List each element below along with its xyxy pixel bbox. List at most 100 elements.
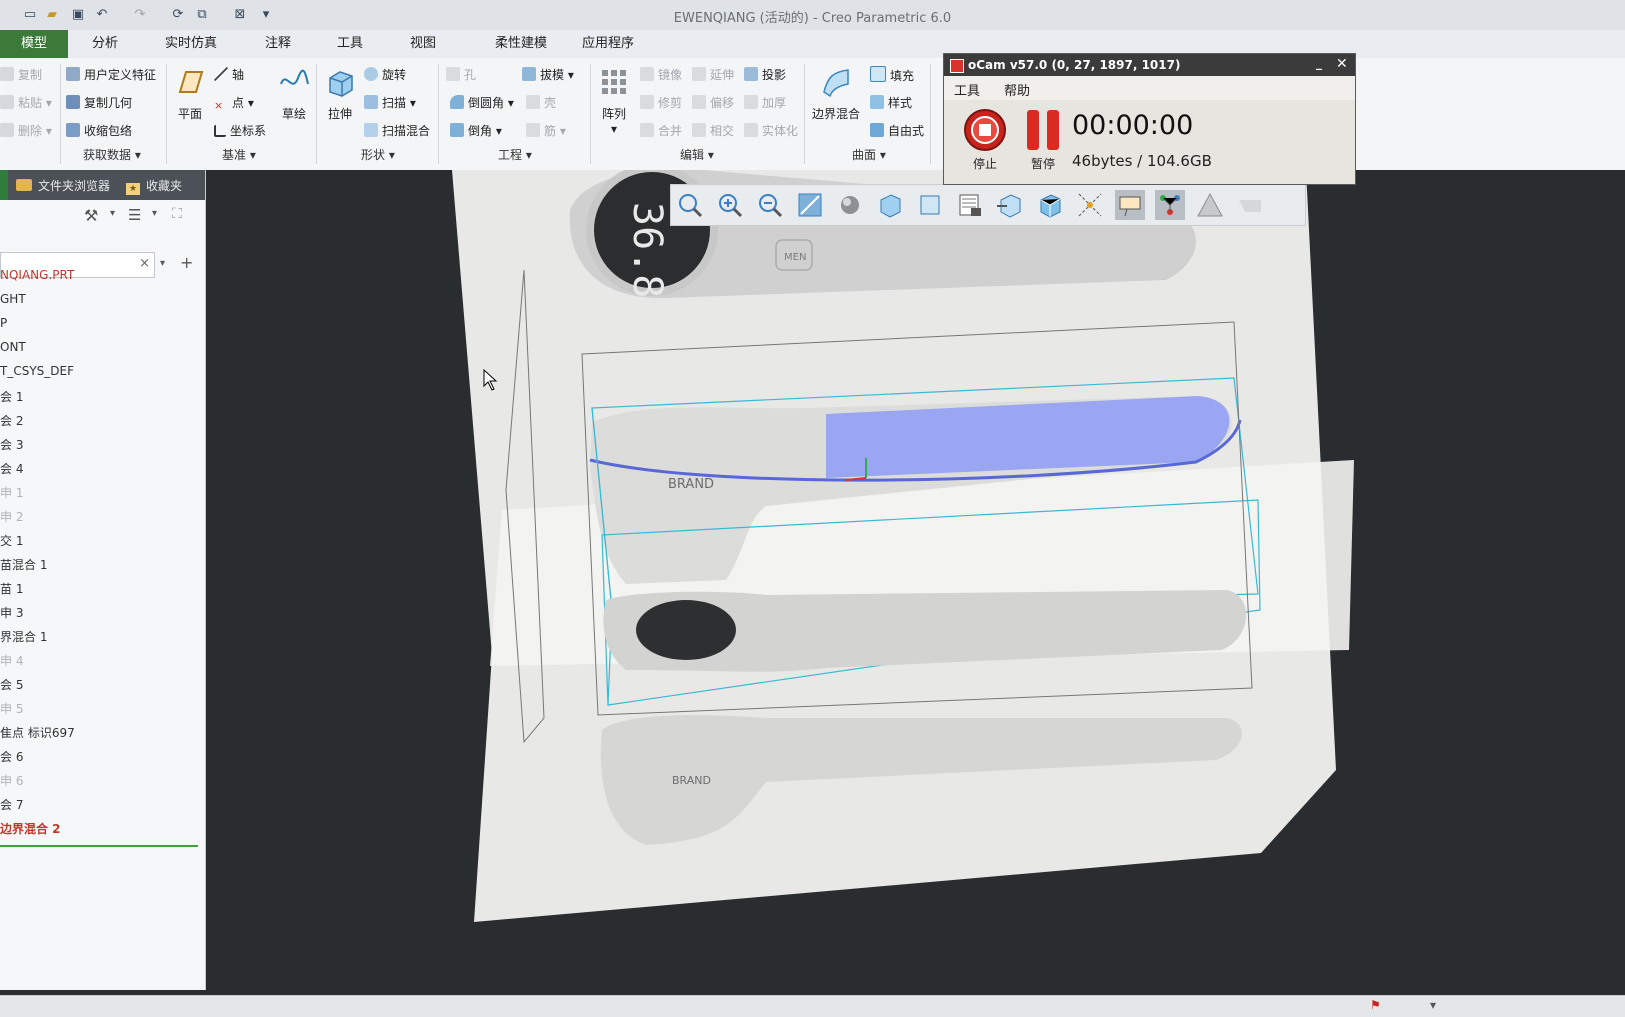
- repaint-icon[interactable]: [795, 190, 825, 220]
- tree-item[interactable]: P: [0, 316, 7, 330]
- tree-item[interactable]: 会 2: [0, 412, 23, 429]
- annotation-display-icon[interactable]: [1115, 190, 1145, 220]
- group-label-get-data[interactable]: 获取数据 ▾: [83, 146, 141, 163]
- group-label-datum[interactable]: 基准 ▾: [222, 146, 256, 163]
- tab-annotate[interactable]: 注释: [253, 30, 303, 58]
- tree-item[interactable]: 申 1: [0, 484, 23, 501]
- extend-button[interactable]: 延伸: [692, 66, 734, 83]
- zoom-out-icon[interactable]: [755, 190, 785, 220]
- tree-item[interactable]: 会 1: [0, 388, 23, 405]
- trim-button[interactable]: 修剪: [640, 94, 682, 111]
- delete-button[interactable]: 删除 ▾: [0, 122, 52, 139]
- copy-geometry-button[interactable]: 复制几何: [66, 94, 132, 111]
- filter-icon[interactable]: ⛶: [172, 206, 182, 222]
- chamfer-button[interactable]: 倒角 ▾: [450, 122, 502, 139]
- ocam-stop-button[interactable]: 停止: [960, 108, 1010, 172]
- tree-item-part[interactable]: NQIANG.PRT: [0, 268, 74, 282]
- tree-item[interactable]: 申 2: [0, 508, 23, 525]
- merge-button[interactable]: 合并: [640, 122, 682, 139]
- ocam-menu-tools[interactable]: 工具: [954, 80, 980, 99]
- tree-item[interactable]: T_CSYS_DEF: [0, 364, 74, 378]
- tree-item[interactable]: 会 5: [0, 676, 23, 693]
- chevron-down-icon[interactable]: ▾: [110, 208, 115, 219]
- tree-item-active[interactable]: 边界混合 2: [0, 820, 61, 837]
- sweep-button[interactable]: 扫描 ▾: [364, 94, 416, 111]
- pattern-button[interactable]: 阵列 ▾: [596, 66, 632, 136]
- graphics-window[interactable]: 36.8 MEN BRAND BRAND: [206, 170, 1625, 995]
- group-label-shapes[interactable]: 形状 ▾: [361, 146, 395, 163]
- insert-here-marker[interactable]: [0, 845, 198, 847]
- tree-item[interactable]: 申 3: [0, 604, 23, 621]
- axis-button[interactable]: 轴: [214, 66, 244, 83]
- freestyle-button[interactable]: 自由式: [870, 122, 924, 139]
- chevron-down-icon[interactable]: ▾: [152, 208, 157, 219]
- tree-item[interactable]: 隹点 标识697: [0, 724, 75, 741]
- draft-button[interactable]: 拔模 ▾: [522, 66, 574, 83]
- favorites-tab[interactable]: ★ 收藏夹: [126, 177, 182, 195]
- minimize-icon[interactable]: _: [1316, 56, 1322, 70]
- shell-button[interactable]: 壳: [526, 94, 556, 111]
- shading-icon[interactable]: [1195, 190, 1225, 220]
- tab-tools[interactable]: 工具: [325, 30, 375, 58]
- tree-item[interactable]: 会 6: [0, 748, 23, 765]
- datum-display-filters-icon[interactable]: [1075, 190, 1105, 220]
- tree-item[interactable]: GHT: [0, 292, 26, 306]
- display-style-icon[interactable]: [835, 190, 865, 220]
- plane-button[interactable]: 平面: [172, 66, 208, 122]
- chevron-down-icon[interactable]: ▾: [160, 258, 165, 269]
- tree-item[interactable]: 苗 1: [0, 580, 23, 597]
- intersect-button[interactable]: 相交: [692, 122, 734, 139]
- tree-item[interactable]: 申 4: [0, 652, 23, 669]
- swept-blend-button[interactable]: 扫描混合: [364, 122, 430, 139]
- solidify-button[interactable]: 实体化: [744, 122, 798, 139]
- tree-item[interactable]: 申 5: [0, 700, 23, 717]
- tree-item[interactable]: 会 3: [0, 436, 23, 453]
- section-icon[interactable]: [1035, 190, 1065, 220]
- extrude-button[interactable]: 拉伸: [322, 66, 358, 122]
- add-icon[interactable]: +: [180, 253, 193, 272]
- folder-browser-tab[interactable]: 文件夹浏览器: [16, 177, 110, 194]
- ocam-menu-help[interactable]: 帮助: [1004, 80, 1030, 99]
- tree-item[interactable]: 交 1: [0, 532, 23, 549]
- offset-button[interactable]: 偏移: [692, 94, 734, 111]
- copy-button[interactable]: 复制: [0, 66, 42, 83]
- saved-orientations-icon[interactable]: [875, 190, 905, 220]
- clear-search-icon[interactable]: ×: [139, 256, 150, 271]
- fill-button[interactable]: 填充: [870, 66, 914, 84]
- sketch-button[interactable]: 草绘: [276, 66, 312, 122]
- thicken-button[interactable]: 加厚: [744, 94, 786, 111]
- status-filter-icon[interactable]: ▾: [1430, 998, 1436, 1012]
- tab-model[interactable]: 模型: [0, 30, 68, 58]
- refit-icon[interactable]: [675, 190, 705, 220]
- project-button[interactable]: 投影: [744, 66, 786, 83]
- tab-flexible-modeling[interactable]: 柔性建模: [478, 30, 564, 58]
- point-button[interactable]: × 点 ▾: [214, 94, 254, 113]
- tree-item[interactable]: 界混合 1: [0, 628, 47, 645]
- round-button[interactable]: 倒圆角 ▾: [450, 94, 514, 111]
- tab-applications[interactable]: 应用程序: [578, 30, 638, 58]
- tree-item[interactable]: 苗混合 1: [0, 556, 47, 573]
- tab-simulation[interactable]: 实时仿真: [156, 30, 226, 58]
- tree-item[interactable]: 申 6: [0, 772, 23, 789]
- show-list-icon[interactable]: ☰: [128, 206, 141, 224]
- group-label-editing[interactable]: 编辑 ▾: [680, 146, 714, 163]
- perspective-view-icon[interactable]: [955, 190, 985, 220]
- tab-analysis[interactable]: 分析: [80, 30, 130, 58]
- model-view[interactable]: 36.8 MEN BRAND BRAND: [206, 170, 1625, 995]
- paste-button[interactable]: 粘贴 ▾: [0, 94, 52, 111]
- ocam-pause-button[interactable]: 暂停: [1018, 108, 1068, 172]
- tree-item[interactable]: 会 4: [0, 460, 23, 477]
- csys-button[interactable]: 坐标系: [214, 122, 266, 139]
- group-label-engineering[interactable]: 工程 ▾: [498, 146, 532, 163]
- shrinkwrap-button[interactable]: 收缩包络: [66, 122, 132, 139]
- zoom-in-icon[interactable]: [715, 190, 745, 220]
- group-label-surfaces[interactable]: 曲面 ▾: [852, 146, 886, 163]
- rib-button[interactable]: 筋 ▾: [526, 122, 566, 139]
- hole-button[interactable]: 孔: [446, 66, 476, 83]
- style-button[interactable]: 样式: [870, 94, 912, 111]
- tab-view[interactable]: 视图: [398, 30, 448, 58]
- tree-settings-icon[interactable]: ⚒: [84, 206, 98, 225]
- revolve-button[interactable]: 旋转: [364, 66, 406, 83]
- user-defined-feature-button[interactable]: 用户定义特征: [66, 66, 156, 83]
- tree-item[interactable]: ONT: [0, 340, 26, 354]
